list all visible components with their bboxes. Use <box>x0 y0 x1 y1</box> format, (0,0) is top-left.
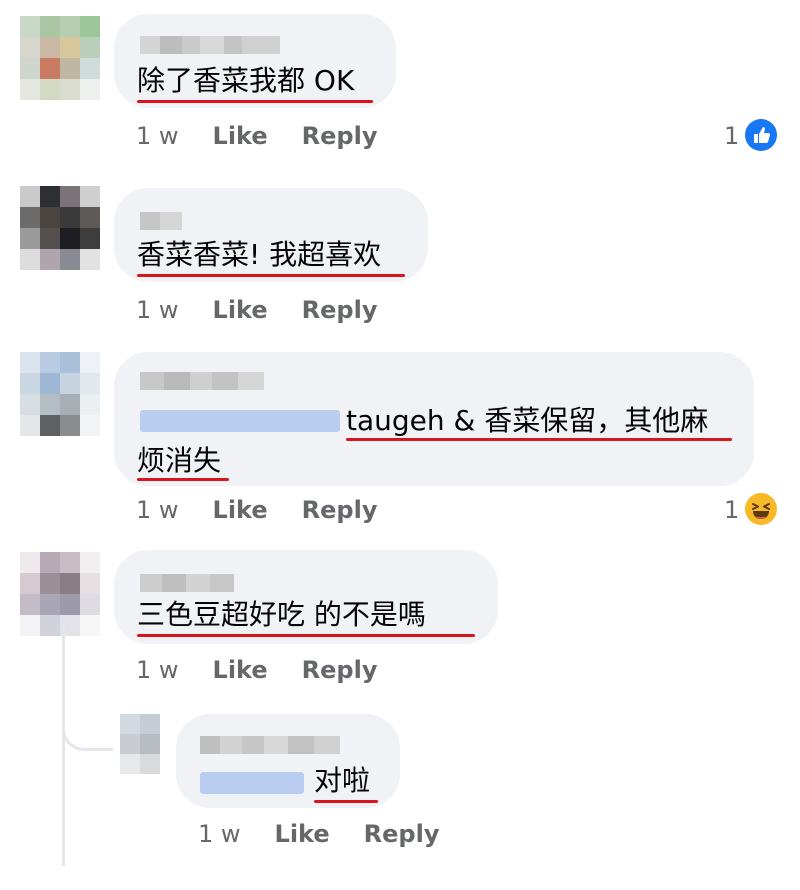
mention-tag[interactable] <box>200 772 304 794</box>
comment-text-line2: 烦消失 <box>137 444 222 477</box>
reply-button[interactable]: Reply <box>302 496 378 524</box>
text-underline <box>137 634 475 637</box>
reply-button[interactable]: Reply <box>302 122 378 150</box>
commenter-name[interactable] <box>140 212 182 230</box>
comment-text: 香菜香菜! 我超喜欢 <box>137 238 382 271</box>
haha-icon[interactable] <box>745 493 777 525</box>
reaction-count[interactable]: 1 <box>724 122 739 150</box>
reaction-count[interactable]: 1 <box>724 496 739 524</box>
avatar[interactable] <box>20 552 100 636</box>
like-button[interactable]: Like <box>213 296 268 324</box>
like-button[interactable]: Like <box>213 496 268 524</box>
comment-time[interactable]: 1 w <box>136 656 179 684</box>
like-button[interactable]: Like <box>213 656 268 684</box>
comment-time[interactable]: 1 w <box>136 296 179 324</box>
reply-button[interactable]: Reply <box>364 820 440 848</box>
comment-text: taugeh & 香菜保留，其他麻 <box>346 404 709 437</box>
reply-connector <box>62 700 113 751</box>
like-button[interactable]: Like <box>213 122 268 150</box>
comment-meta: 1 w Like Reply <box>136 122 377 150</box>
comment-time[interactable]: 1 w <box>198 820 241 848</box>
comment-meta: 1 w Like Reply <box>136 656 377 684</box>
commenter-name[interactable] <box>140 36 280 54</box>
thread-line <box>62 626 65 866</box>
comment-text: 除了香菜我都 OK <box>137 64 355 97</box>
commenter-name[interactable] <box>140 574 234 592</box>
comment-meta: 1 w Like Reply <box>136 296 377 324</box>
text-underline <box>137 478 229 481</box>
text-underline <box>137 274 405 277</box>
comment-text: 三色豆超好吃 的不是嗎 <box>137 598 426 631</box>
reply-button[interactable]: Reply <box>302 296 378 324</box>
comment-time[interactable]: 1 w <box>136 122 179 150</box>
text-underline <box>137 100 373 103</box>
commenter-name[interactable] <box>140 372 264 390</box>
text-underline <box>346 438 732 441</box>
mention-tag[interactable] <box>140 410 340 432</box>
reply-button[interactable]: Reply <box>302 656 378 684</box>
commenter-name[interactable] <box>200 736 340 754</box>
reply-text: 对啦 <box>314 764 371 797</box>
text-underline <box>314 800 378 803</box>
like-icon[interactable] <box>745 119 777 151</box>
like-button[interactable]: Like <box>275 820 330 848</box>
avatar[interactable] <box>120 714 160 774</box>
comment-meta: 1 w Like Reply <box>136 496 377 524</box>
comment-time[interactable]: 1 w <box>136 496 179 524</box>
avatar[interactable] <box>20 186 100 270</box>
reply-meta: 1 w Like Reply <box>198 820 439 848</box>
avatar[interactable] <box>20 16 100 100</box>
avatar[interactable] <box>20 352 100 436</box>
